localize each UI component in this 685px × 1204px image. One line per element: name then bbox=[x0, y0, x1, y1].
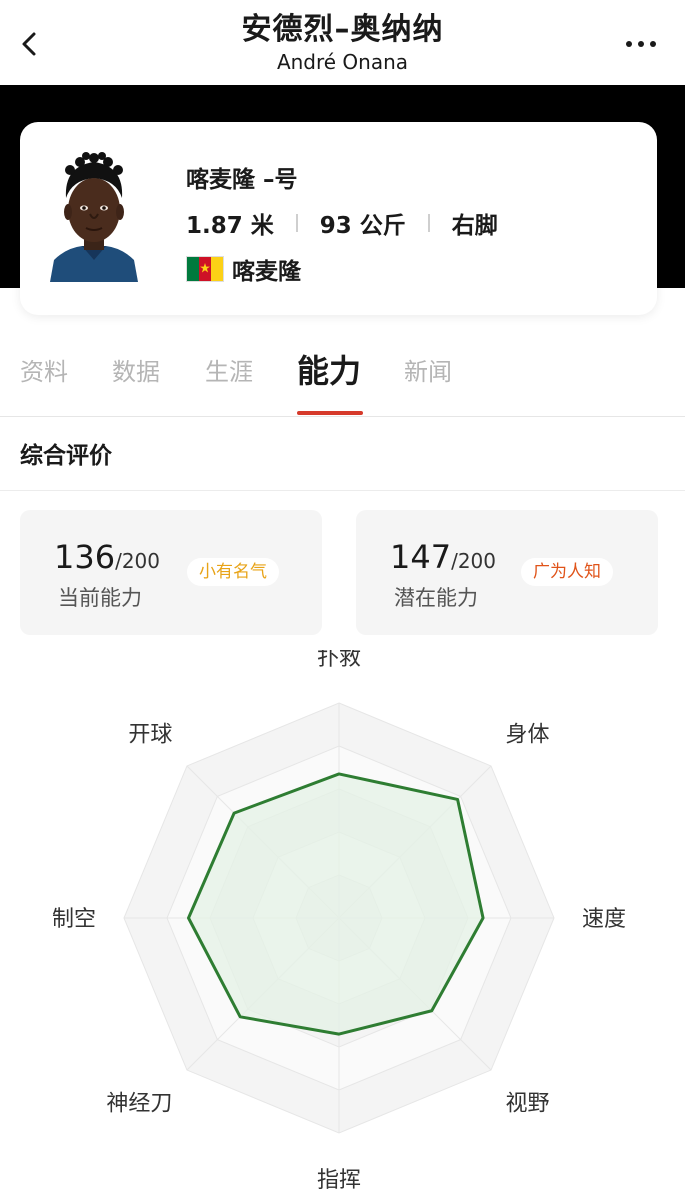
physical-info: 1.87 米 93 公斤 右脚 bbox=[186, 206, 498, 240]
player-name-en: André Onana bbox=[276, 50, 409, 74]
divider bbox=[0, 490, 685, 491]
radar-label: 神经刀 bbox=[106, 1092, 172, 1117]
tab-stats[interactable]: 数据 bbox=[112, 352, 160, 387]
radar-label: 指挥 bbox=[317, 1168, 361, 1193]
player-name-cn: 安德烈–奥纳纳 bbox=[241, 12, 444, 47]
nationality-name: 喀麦隆 bbox=[232, 259, 301, 285]
potential-ability-score: 147/200 bbox=[390, 538, 496, 576]
divider bbox=[295, 214, 298, 232]
player-profile-card: 喀麦隆 –号 1.87 米 93 公斤 右脚 喀麦隆 bbox=[20, 122, 657, 315]
reputation-badge: 广为人知 bbox=[521, 558, 613, 586]
radar-value-polygon bbox=[187, 772, 485, 1036]
preferred-foot: 右脚 bbox=[451, 213, 498, 239]
current-ability-score: 136/200 bbox=[54, 538, 160, 576]
active-tab-indicator bbox=[297, 411, 363, 415]
current-ability-card: 136/200 当前能力 小有名气 bbox=[20, 510, 322, 635]
cameroon-flag-icon bbox=[186, 256, 224, 282]
potential-ability-label: 潜在能力 bbox=[394, 586, 478, 610]
height-value: 1.87 米 bbox=[186, 213, 274, 239]
divider bbox=[427, 214, 430, 232]
top-nav-bar: 安德烈–奥纳纳 André Onana bbox=[0, 0, 685, 85]
tab-ability[interactable]: 能力 bbox=[297, 346, 361, 392]
potential-ability-card: 147/200 潜在能力 广为人知 bbox=[356, 510, 658, 635]
radar-label: 视野 bbox=[506, 1092, 550, 1117]
tab-news[interactable]: 新闻 bbox=[404, 352, 452, 387]
section-title: 综合评价 bbox=[20, 443, 112, 469]
tab-career[interactable]: 生涯 bbox=[205, 352, 253, 387]
radar-label: 扑救 bbox=[317, 650, 361, 671]
reputation-badge: 小有名气 bbox=[187, 558, 279, 586]
nationality: 喀麦隆 bbox=[186, 252, 301, 286]
ability-radar-chart: 扑救身体速度视野指挥 神经刀 制空 开球 bbox=[0, 646, 685, 1200]
current-ability-label: 当前能力 bbox=[58, 586, 142, 610]
player-avatar bbox=[46, 148, 142, 282]
weight-value: 93 公斤 bbox=[319, 213, 406, 239]
more-options-icon[interactable] bbox=[621, 30, 661, 58]
radar-label: 制空 bbox=[52, 907, 96, 932]
tab-profile[interactable]: 资料 bbox=[20, 352, 68, 387]
radar-label: 身体 bbox=[506, 722, 550, 747]
radar-label: 开球 bbox=[128, 722, 172, 747]
tab-bar: 资料 数据 生涯 能力 新闻 bbox=[0, 338, 685, 417]
club-and-number: 喀麦隆 –号 bbox=[186, 167, 298, 193]
radar-label: 速度 bbox=[582, 907, 626, 932]
